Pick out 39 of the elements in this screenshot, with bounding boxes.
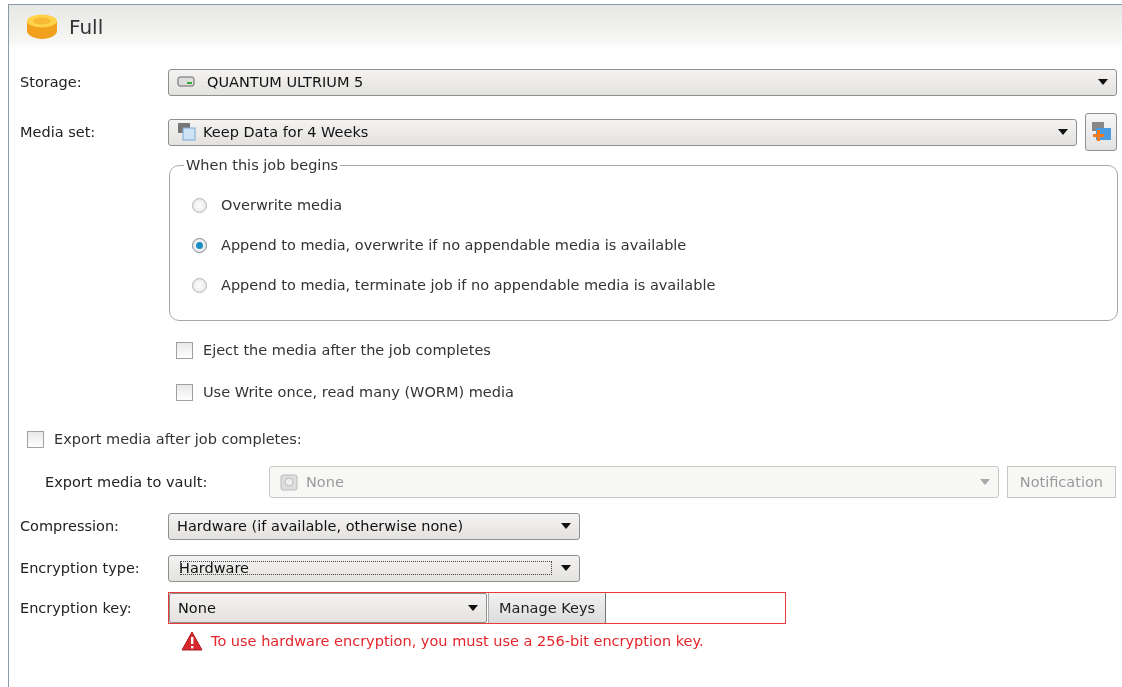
- checkbox-label: Export media after job completes:: [54, 431, 302, 447]
- dropdown-arrow-icon: [561, 523, 571, 529]
- field-label: Storage:: [20, 74, 83, 90]
- storage-dropdown[interactable]: QUANTUM ULTRIUM 5: [168, 68, 1117, 96]
- warning-message: To use hardware encryption, you must use a 256-bit encryption key.: [211, 633, 704, 649]
- checkbox-label: Use Write once, read many (WORM) media: [203, 384, 514, 400]
- checkbox-label: Eject the media after the job completes: [203, 342, 491, 358]
- disk-icon: [25, 13, 59, 41]
- field-label: Encryption key:: [20, 600, 133, 616]
- radio-label: Append to media, terminate job if no appendable media is available: [221, 277, 716, 293]
- compression-dropdown[interactable]: Hardware (if available, otherwise none): [168, 512, 580, 540]
- dropdown-arrow-icon: [468, 605, 478, 611]
- radio-label: Overwrite media: [221, 197, 343, 213]
- dropdown-arrow-icon: [979, 479, 990, 485]
- radio-button[interactable]: [192, 197, 207, 213]
- new-media-set-button[interactable]: [1085, 113, 1117, 151]
- checkbox[interactable]: [27, 430, 44, 448]
- checkbox[interactable]: [176, 341, 193, 359]
- job-title: Full: [69, 15, 104, 39]
- checkbox[interactable]: [176, 383, 193, 401]
- radio-button[interactable]: [192, 277, 207, 293]
- dropdown-arrow-icon: [561, 565, 571, 571]
- encryption-type-dropdown[interactable]: Hardware: [168, 554, 580, 582]
- warning-icon: [181, 631, 203, 651]
- vault-icon: [278, 471, 300, 493]
- encryption-key-dropdown[interactable]: None: [169, 593, 487, 623]
- media-set-dropdown[interactable]: Keep Data for 4 Weeks: [168, 118, 1077, 146]
- manage-keys-button[interactable]: Manage Keys: [488, 593, 607, 623]
- radio-button[interactable]: [192, 237, 207, 253]
- radio-label: Append to media, overwrite if no appendable media is available: [221, 237, 687, 253]
- field-label: Export media to vault:: [45, 474, 209, 490]
- field-label: Encryption type:: [20, 560, 141, 576]
- tape-drive-icon: [177, 76, 195, 88]
- group-title: When this job begins: [185, 157, 340, 173]
- field-label: Media set:: [20, 124, 97, 140]
- dropdown-arrow-icon: [1058, 129, 1068, 135]
- media-set-add-icon: [1090, 120, 1112, 144]
- dropdown-arrow-icon: [1098, 79, 1108, 85]
- field-label: Compression:: [20, 518, 120, 534]
